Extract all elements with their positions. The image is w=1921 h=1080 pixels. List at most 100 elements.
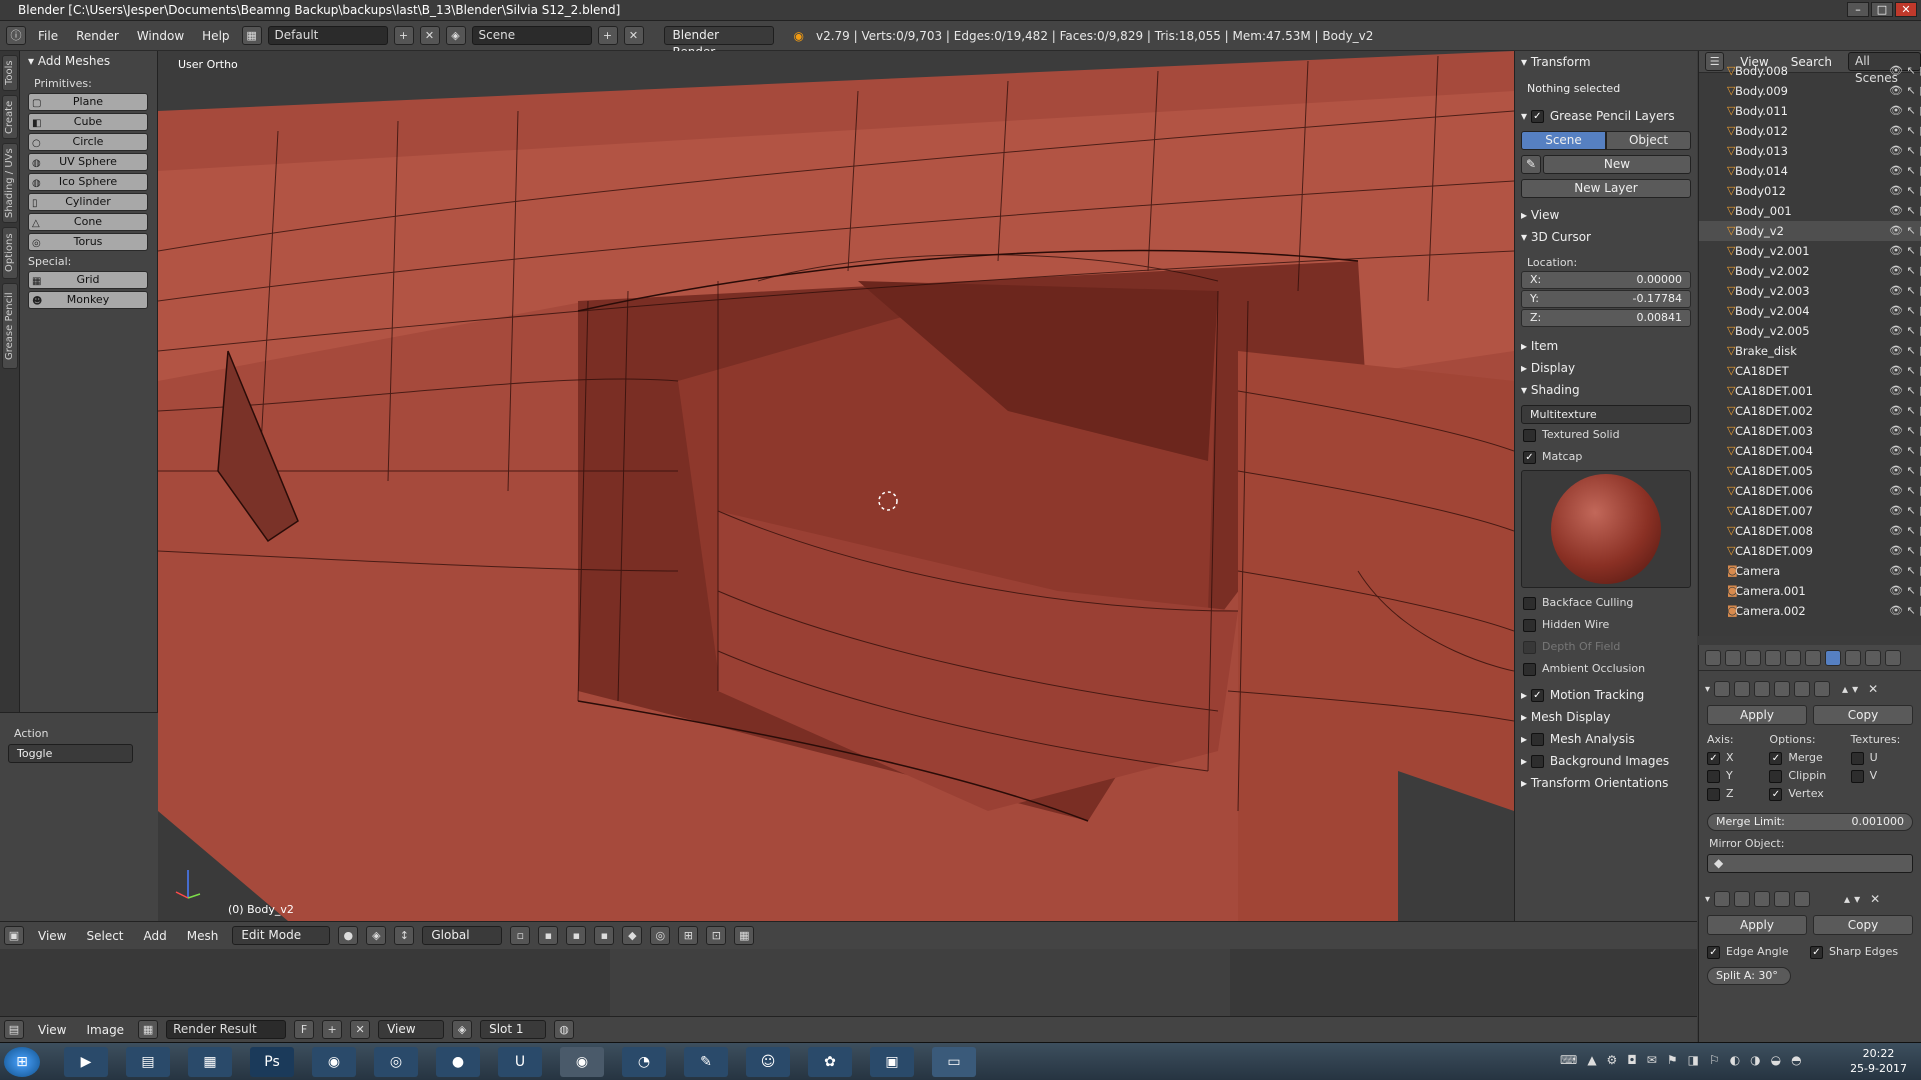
edgesplit-viewport-icon[interactable] bbox=[1774, 891, 1791, 907]
visibility-toggle-icons[interactable]: 👁 ↖ ▣ bbox=[1889, 321, 1921, 341]
transform-orientations-header[interactable]: ▸ Transform Orientations bbox=[1515, 772, 1697, 794]
outliner-item[interactable]: ▽Body_v2 👁 ↖ ▣ bbox=[1699, 221, 1921, 241]
menu-window[interactable]: Window bbox=[131, 29, 190, 43]
screen-layout-field[interactable]: Default bbox=[267, 26, 388, 45]
mesh-display-header[interactable]: ▸ Mesh Display bbox=[1515, 706, 1697, 728]
steam-icon[interactable]: ◉ bbox=[312, 1047, 356, 1077]
visibility-toggle-icons[interactable]: 👁 ↖ ▣ bbox=[1889, 601, 1921, 621]
chrome-icon[interactable]: ◎ bbox=[374, 1047, 418, 1077]
outliner-item[interactable]: ▽Body.014 👁 ↖ ▣ bbox=[1699, 161, 1921, 181]
outliner-item[interactable]: ▽Body.011 👁 ↖ ▣ bbox=[1699, 101, 1921, 121]
texture-v-checkbox[interactable] bbox=[1850, 769, 1864, 783]
outliner-item[interactable]: ▽CA18DET.002 👁 ↖ ▣ bbox=[1699, 401, 1921, 421]
edgesplit-up-icon[interactable]: ▴ bbox=[1844, 892, 1850, 906]
menu-file[interactable]: File bbox=[32, 29, 64, 43]
constraints-tab-icon[interactable] bbox=[1805, 649, 1821, 666]
add-cone-button[interactable]: △ Cone bbox=[28, 213, 148, 231]
visibility-toggle-icons[interactable]: 👁 ↖ ▣ bbox=[1889, 81, 1921, 101]
face-select-icon[interactable]: ▪ bbox=[594, 926, 615, 945]
add-torus-button[interactable]: ◎ Torus bbox=[28, 233, 148, 251]
menu-render[interactable]: Render bbox=[70, 29, 125, 43]
image-editor-icon[interactable]: ▤ bbox=[4, 1020, 24, 1039]
vpn-icon[interactable]: ◔ bbox=[622, 1047, 666, 1077]
texture-u-checkbox[interactable] bbox=[1850, 751, 1864, 765]
vertex-checkbox[interactable]: ✓ bbox=[1769, 787, 1783, 801]
grease-pencil-checkbox[interactable]: ✓ bbox=[1530, 110, 1544, 123]
outliner-item[interactable]: ▽CA18DET.008 👁 ↖ ▣ bbox=[1699, 521, 1921, 541]
world-tab-icon[interactable] bbox=[1765, 649, 1781, 666]
img-menu-view[interactable]: View bbox=[32, 1023, 72, 1037]
pivot-image-icon[interactable]: ◈ bbox=[452, 1020, 473, 1039]
unlink-image-icon[interactable]: ✕ bbox=[350, 1020, 371, 1039]
system-tray-icons[interactable]: ⌨▲⚙◘✉⚑◨⚐◐◑◒◓ bbox=[1560, 1053, 1812, 1067]
layout-grid-icon[interactable]: ▦ bbox=[241, 26, 262, 45]
edgesplit-down-icon[interactable]: ▾ bbox=[1854, 892, 1860, 906]
outliner-item[interactable]: ▽Body_v2.003 👁 ↖ ▣ bbox=[1699, 281, 1921, 301]
add-ico-sphere-button[interactable]: ◍ Ico Sphere bbox=[28, 173, 148, 191]
visibility-toggle-icons[interactable]: 👁 ↖ ▣ bbox=[1889, 161, 1921, 181]
outliner-item[interactable]: ▽CA18DET.004 👁 ↖ ▣ bbox=[1699, 441, 1921, 461]
add-circle-button[interactable]: ○ Circle bbox=[28, 133, 148, 151]
visibility-toggle-icons[interactable]: 👁 ↖ ▣ bbox=[1889, 181, 1921, 201]
layers-tab-icon[interactable] bbox=[1725, 649, 1741, 666]
display-header[interactable]: ▸ Display bbox=[1515, 357, 1697, 379]
img-menu-image[interactable]: Image bbox=[80, 1023, 130, 1037]
clipping-option[interactable]: Clippin bbox=[1769, 769, 1850, 787]
clipping-checkbox[interactable] bbox=[1769, 769, 1783, 783]
gp-new-button[interactable]: New bbox=[1543, 155, 1691, 174]
add-grid-button[interactable]: ▦ Grid bbox=[28, 271, 148, 289]
data-tab-icon[interactable] bbox=[1845, 649, 1861, 666]
outliner-item[interactable]: ▽Body.013 👁 ↖ ▣ bbox=[1699, 141, 1921, 161]
visibility-toggle-icons[interactable]: 👁 ↖ ▣ bbox=[1889, 241, 1921, 261]
merge-option[interactable]: ✓ Merge bbox=[1769, 751, 1850, 769]
visibility-toggle-icons[interactable]: 👁 ↖ ▣ bbox=[1889, 501, 1921, 521]
matcap-checkbox[interactable]: ✓ bbox=[1523, 450, 1536, 464]
visibility-toggle-icons[interactable]: 👁 ↖ ▣ bbox=[1889, 441, 1921, 461]
scene-tab-icon[interactable] bbox=[1745, 649, 1761, 666]
tab-create[interactable]: Create bbox=[2, 95, 18, 139]
visibility-toggle-icons[interactable]: 👁 ↖ ▣ bbox=[1889, 581, 1921, 601]
visibility-toggle-icons[interactable]: 👁 ↖ ▣ bbox=[1889, 221, 1921, 241]
layer-1-icon[interactable]: ▫ bbox=[510, 926, 531, 945]
close-button[interactable]: ✕ bbox=[1895, 2, 1917, 17]
remove-modifier-icon[interactable]: ✕ bbox=[1868, 682, 1878, 696]
object-tab-icon[interactable] bbox=[1785, 649, 1801, 666]
scene-icon[interactable]: ◈ bbox=[445, 26, 466, 45]
vp-menu-add[interactable]: Add bbox=[138, 929, 173, 943]
snap-element-icon[interactable]: ⊡ bbox=[706, 926, 727, 945]
sharp-edges-option[interactable]: ✓ Sharp Edges bbox=[1810, 945, 1913, 959]
3d-cursor-header[interactable]: ▾ 3D Cursor bbox=[1515, 226, 1697, 248]
spreadsheet-app-icon[interactable]: ▦ bbox=[188, 1047, 232, 1077]
backface-culling-checkbox[interactable] bbox=[1523, 596, 1536, 610]
edgesplit-name-field[interactable] bbox=[1734, 891, 1751, 907]
mesh-analysis-header[interactable]: ▸ Mesh Analysis bbox=[1515, 728, 1697, 750]
shading-solid-icon[interactable]: ● bbox=[338, 926, 359, 945]
outliner-item[interactable]: ▽CA18DET.007 👁 ↖ ▣ bbox=[1699, 501, 1921, 521]
visibility-toggle-icons[interactable]: 👁 ↖ ▣ bbox=[1889, 101, 1921, 121]
vp-menu-view[interactable]: View bbox=[32, 929, 72, 943]
visibility-toggle-icons[interactable]: 👁 ↖ ▣ bbox=[1889, 421, 1921, 441]
hidden-wire-checkbox[interactable] bbox=[1523, 618, 1536, 632]
cursor-z-field[interactable]: Z: 0.00841 bbox=[1521, 309, 1691, 327]
outliner-item[interactable]: ▽Body.008 👁 ↖ ▣ bbox=[1699, 61, 1921, 81]
taskbar-clock[interactable]: 20:22 25-9-2017 bbox=[1850, 1046, 1907, 1076]
item-header[interactable]: ▸ Item bbox=[1515, 335, 1697, 357]
menu-help[interactable]: Help bbox=[196, 29, 235, 43]
visibility-toggle-icons[interactable]: 👁 ↖ ▣ bbox=[1889, 261, 1921, 281]
cursor-x-field[interactable]: X: 0.00000 bbox=[1521, 271, 1691, 289]
merge-limit-field[interactable]: Merge Limit: 0.001000 bbox=[1707, 813, 1913, 831]
manipulator-icon[interactable]: ↕ bbox=[394, 926, 415, 945]
edgesplit-render-icon[interactable] bbox=[1754, 891, 1771, 907]
editor-app-icon[interactable]: ✎ bbox=[684, 1047, 728, 1077]
axis-x-checkbox[interactable]: ✓ bbox=[1707, 751, 1720, 765]
tab-options[interactable]: Options bbox=[2, 227, 18, 279]
new-image-icon[interactable]: + bbox=[322, 1020, 343, 1039]
visibility-toggle-icons[interactable]: 👁 ↖ ▣ bbox=[1889, 481, 1921, 501]
media-player-icon[interactable]: ▶ bbox=[64, 1047, 108, 1077]
add-scene-icon[interactable]: + bbox=[597, 26, 618, 45]
vertex-option[interactable]: ✓ Vertex bbox=[1769, 787, 1850, 805]
edgesplit-apply-button[interactable]: Apply bbox=[1707, 915, 1807, 935]
textured-solid-option[interactable]: Textured Solid bbox=[1515, 424, 1697, 446]
axis-y-checkbox[interactable] bbox=[1707, 769, 1720, 783]
outliner-item[interactable]: ◙Camera.001 👁 ↖ ▣ bbox=[1699, 581, 1921, 601]
